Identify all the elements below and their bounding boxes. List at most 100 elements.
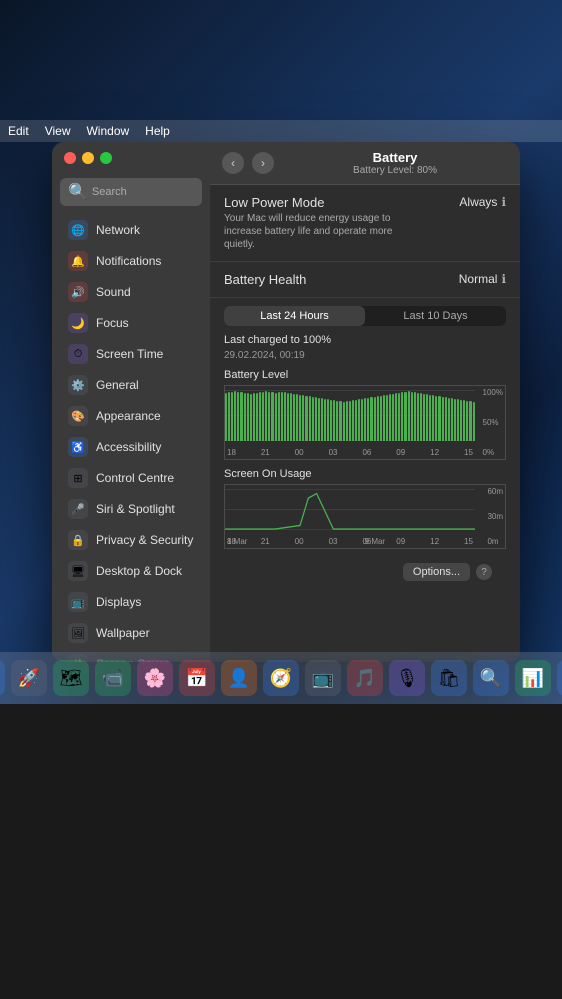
sidebar-item-siri[interactable]: 🎤Siri & Spotlight <box>56 494 206 524</box>
search-box[interactable]: 🔍 <box>60 178 202 206</box>
last-charged-date: 29.02.2024, 00:19 <box>224 350 506 361</box>
search-input[interactable] <box>92 186 194 198</box>
sidebar-item-focus[interactable]: 🌙 Focus <box>56 308 206 338</box>
appearance-label: Appearance <box>96 409 161 423</box>
back-button[interactable]: ‹ <box>222 152 244 174</box>
sidebar-item-privacy[interactable]: 🔒Privacy & Security <box>56 525 206 555</box>
minimize-button[interactable] <box>82 152 94 164</box>
sidebar-item-desktop[interactable]: 🖥Desktop & Dock <box>56 556 206 586</box>
sidebar-item-control-centre[interactable]: ⊞Control Centre <box>56 463 206 493</box>
battery-bar <box>435 396 437 441</box>
battery-bar <box>411 392 413 441</box>
network-label: Network <box>96 223 140 237</box>
dock-item-mail[interactable]: ✉️ <box>0 660 5 696</box>
battery-bar <box>284 392 286 441</box>
battery-bar <box>463 400 465 441</box>
battery-bar <box>262 392 264 441</box>
dock-item-maps[interactable]: 🗺 <box>53 660 89 696</box>
battery-bar <box>466 401 468 441</box>
usage-svg-container <box>225 489 475 530</box>
sidebar-item-general[interactable]: ⚙️General <box>56 370 206 400</box>
menu-help[interactable]: Help <box>145 124 170 138</box>
battery-bar <box>367 398 369 441</box>
dock-item-facetime[interactable]: 📹 <box>95 660 131 696</box>
battery-bar <box>383 395 385 441</box>
sidebar-item-sound[interactable]: 🔊Sound <box>56 277 206 307</box>
forward-button[interactable]: › <box>252 152 274 174</box>
system-preferences-window: 🔍 🌐 Network 🔔Notifications🔊Sound 🌙 Focus ⏱Scr… <box>52 142 520 662</box>
battery-bar <box>349 401 351 441</box>
network-icon: 🌐 <box>68 220 88 240</box>
sidebar-item-notifications[interactable]: 🔔Notifications <box>56 246 206 276</box>
menu-view[interactable]: View <box>45 124 71 138</box>
battery-bar <box>454 399 456 441</box>
dock-item-safari[interactable]: 🧭 <box>263 660 299 696</box>
sound-label: Sound <box>96 285 131 299</box>
info-icon[interactable]: ℹ <box>501 195 506 209</box>
battery-bar <box>374 397 376 441</box>
battery-bar <box>290 393 292 441</box>
tab-24h[interactable]: Last 24 Hours <box>224 306 365 326</box>
desktop-icon: 🖥 <box>68 561 88 581</box>
battery-bar <box>423 394 425 441</box>
dock-item-finder[interactable]: 🔍 <box>473 660 509 696</box>
close-button[interactable] <box>64 152 76 164</box>
control-centre-label: Control Centre <box>96 471 174 485</box>
dock-item-launchpad[interactable]: 🚀 <box>11 660 47 696</box>
battery-bar <box>247 393 249 441</box>
sidebar-item-network[interactable]: 🌐 Network <box>56 215 206 245</box>
screen-on-usage-chart: 60m 30m 0m 18 21 00 03 06 09 12 15 8 Mar <box>224 484 506 549</box>
battery-x-labels: 18 21 00 03 06 09 12 15 <box>225 448 475 457</box>
time-tabs: Last 24 Hours Last 10 Days <box>224 306 506 326</box>
battery-bar <box>309 396 311 441</box>
dock-item-tv[interactable]: 📺 <box>305 660 341 696</box>
battery-bar <box>256 393 258 441</box>
sidebar-item-wallpaper[interactable]: 🖼Wallpaper <box>56 618 206 648</box>
battery-bar <box>343 402 345 441</box>
battery-bar <box>330 400 332 441</box>
accessibility-label: Accessibility <box>96 440 161 454</box>
sidebar-item-screen-time[interactable]: ⏱Screen Time <box>56 339 206 369</box>
dock-item-podcasts[interactable]: 🎙 <box>389 660 425 696</box>
battery-bar <box>234 391 236 441</box>
wallpaper-label: Wallpaper <box>96 626 150 640</box>
dock-item-appstore[interactable]: 🛍 <box>431 660 467 696</box>
battery-health-info-icon[interactable]: ℹ <box>501 272 506 286</box>
privacy-icon: 🔒 <box>68 530 88 550</box>
toolbar-title: Battery Battery Level: 80% <box>282 150 508 176</box>
menu-window[interactable]: Window <box>86 124 129 138</box>
battery-bar <box>231 392 233 441</box>
sidebar-item-accessibility[interactable]: ♿Accessibility <box>56 432 206 462</box>
focus-label: Focus <box>96 316 129 330</box>
sidebar-item-appearance[interactable]: 🎨 Appearance <box>56 401 206 431</box>
dock-item-music[interactable]: 🎵 <box>347 660 383 696</box>
search-icon: 🔍 <box>68 182 88 202</box>
dock-item-word[interactable]: 📝 <box>557 660 562 696</box>
battery-bar <box>389 394 391 441</box>
displays-icon: 📺 <box>68 592 88 612</box>
tab-10d[interactable]: Last 10 Days <box>365 306 506 326</box>
help-button[interactable]: ? <box>476 564 492 580</box>
focus-icon: 🌙 <box>68 313 88 333</box>
notifications-label: Notifications <box>96 254 161 268</box>
maximize-button[interactable] <box>100 152 112 164</box>
dock-item-excel[interactable]: 📊 <box>515 660 551 696</box>
battery-bar <box>302 395 304 441</box>
battery-bar <box>339 401 341 441</box>
siri-label: Siri & Spotlight <box>96 502 175 516</box>
battery-bar <box>281 392 283 441</box>
battery-bar <box>293 394 295 441</box>
page-title: Battery <box>282 150 508 165</box>
dock-item-photos[interactable]: 🌸 <box>137 660 173 696</box>
menu-edit[interactable]: Edit <box>8 124 29 138</box>
battery-bar <box>237 392 239 441</box>
battery-bar <box>448 398 450 441</box>
general-icon: ⚙️ <box>68 375 88 395</box>
dock-item-calendar[interactable]: 📅 <box>179 660 215 696</box>
battery-bar <box>426 394 428 441</box>
appearance-icon: 🎨 <box>68 406 88 426</box>
options-button[interactable]: Options... <box>403 563 470 581</box>
dock-item-contacts[interactable]: 👤 <box>221 660 257 696</box>
sidebar-item-displays[interactable]: 📺Displays <box>56 587 206 617</box>
battery-bar <box>321 398 323 441</box>
